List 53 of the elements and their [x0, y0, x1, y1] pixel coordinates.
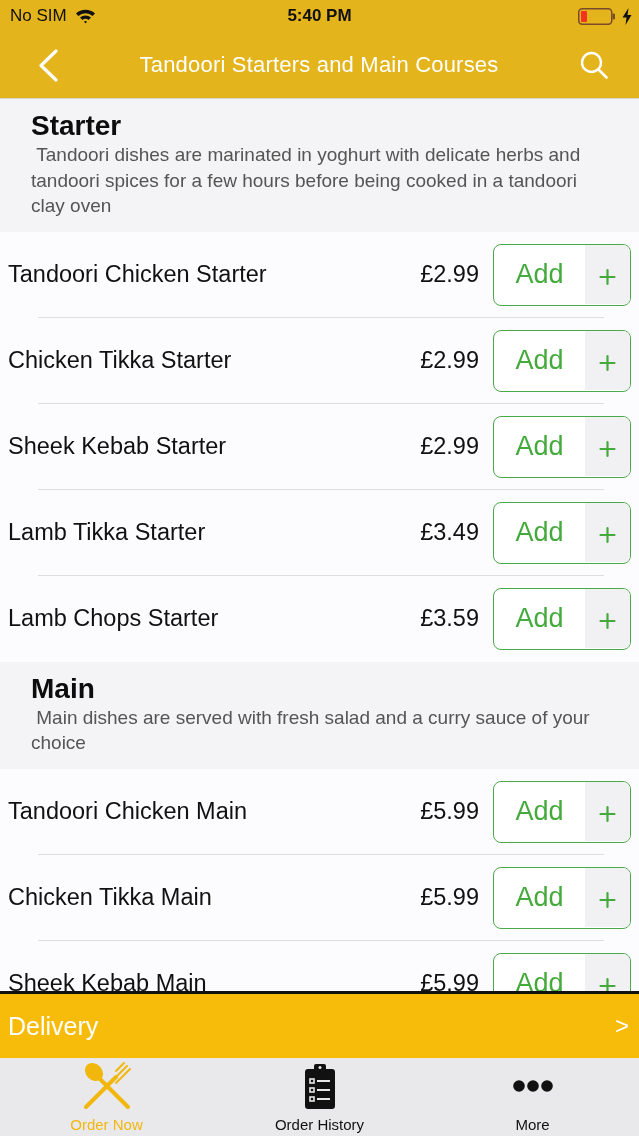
fork-and-spoon-icon	[81, 1061, 132, 1111]
section-title: Main	[31, 672, 96, 705]
add-button[interactable]: Add	[493, 501, 631, 564]
item-name: Sheek Kebab Starter	[8, 433, 228, 460]
item-price: £2.99	[420, 433, 479, 460]
plus-icon	[585, 867, 630, 927]
plus-icon	[585, 588, 630, 648]
item-name: Lamb Tikka Starter	[8, 519, 207, 546]
section-description: Main dishes are served with fresh salad and a curry sauce of your choice	[31, 705, 591, 755]
status-time: 5:40 PM	[287, 6, 352, 26]
item-price: £2.99	[420, 347, 479, 374]
search-button[interactable]	[580, 51, 608, 79]
tab-item[interactable]: More	[426, 1058, 639, 1136]
plus-icon	[585, 502, 630, 562]
clipboard-list-icon	[304, 1063, 335, 1109]
plus-icon	[585, 244, 630, 304]
item-price: £2.99	[420, 261, 479, 288]
charging-bolt-icon	[622, 7, 632, 25]
item-name: Chicken Tikka Main	[8, 884, 213, 911]
section-title: Starter	[31, 110, 123, 142]
item-name: Chicken Tikka Starter	[8, 347, 233, 374]
carrier-label: No SIM	[10, 6, 67, 26]
nav-title: Tandoori Starters and Main Courses	[138, 52, 500, 78]
add-button[interactable]: Add	[493, 329, 631, 392]
item-price: £5.99	[420, 798, 479, 825]
plus-icon	[585, 416, 630, 476]
delivery-label: Delivery	[8, 1011, 99, 1041]
plus-icon	[585, 781, 630, 841]
add-button[interactable]: Add	[493, 243, 631, 306]
item-price: £5.99	[420, 884, 479, 911]
item-name: Tandoori Chicken Main	[8, 798, 249, 825]
item-name: Sheek Kebab Main	[8, 970, 208, 991]
item-price: £5.99	[420, 970, 479, 991]
add-button[interactable]: Add	[493, 415, 631, 478]
item-name: Tandoori Chicken Starter	[8, 261, 268, 288]
section-description: Tandoori dishes are marinated in yoghurt with delicate herbs and tandoori spices for a few hours before being cooked in a tandoori clay oven	[31, 143, 582, 218]
add-button[interactable]: Add	[493, 866, 631, 929]
item-name: Lamb Chops Starter	[8, 605, 220, 632]
item-price: £3.59	[420, 605, 479, 632]
add-button[interactable]: Add	[493, 780, 631, 843]
battery-icon	[578, 7, 616, 25]
back-chevron-icon	[38, 48, 58, 82]
tab-item[interactable]: Order History	[213, 1058, 426, 1136]
more-dots-icon	[512, 1080, 553, 1092]
wifi-icon	[74, 8, 96, 24]
search-icon	[580, 51, 608, 79]
plus-icon	[585, 330, 630, 390]
back-button[interactable]	[38, 48, 58, 82]
tab-item[interactable]: Order Now	[0, 1058, 213, 1136]
delivery-bar[interactable]: Delivery >	[0, 991, 639, 1058]
delivery-arrow: >	[615, 1012, 629, 1040]
item-price: £3.49	[420, 519, 479, 546]
add-button[interactable]: Add	[493, 587, 631, 650]
